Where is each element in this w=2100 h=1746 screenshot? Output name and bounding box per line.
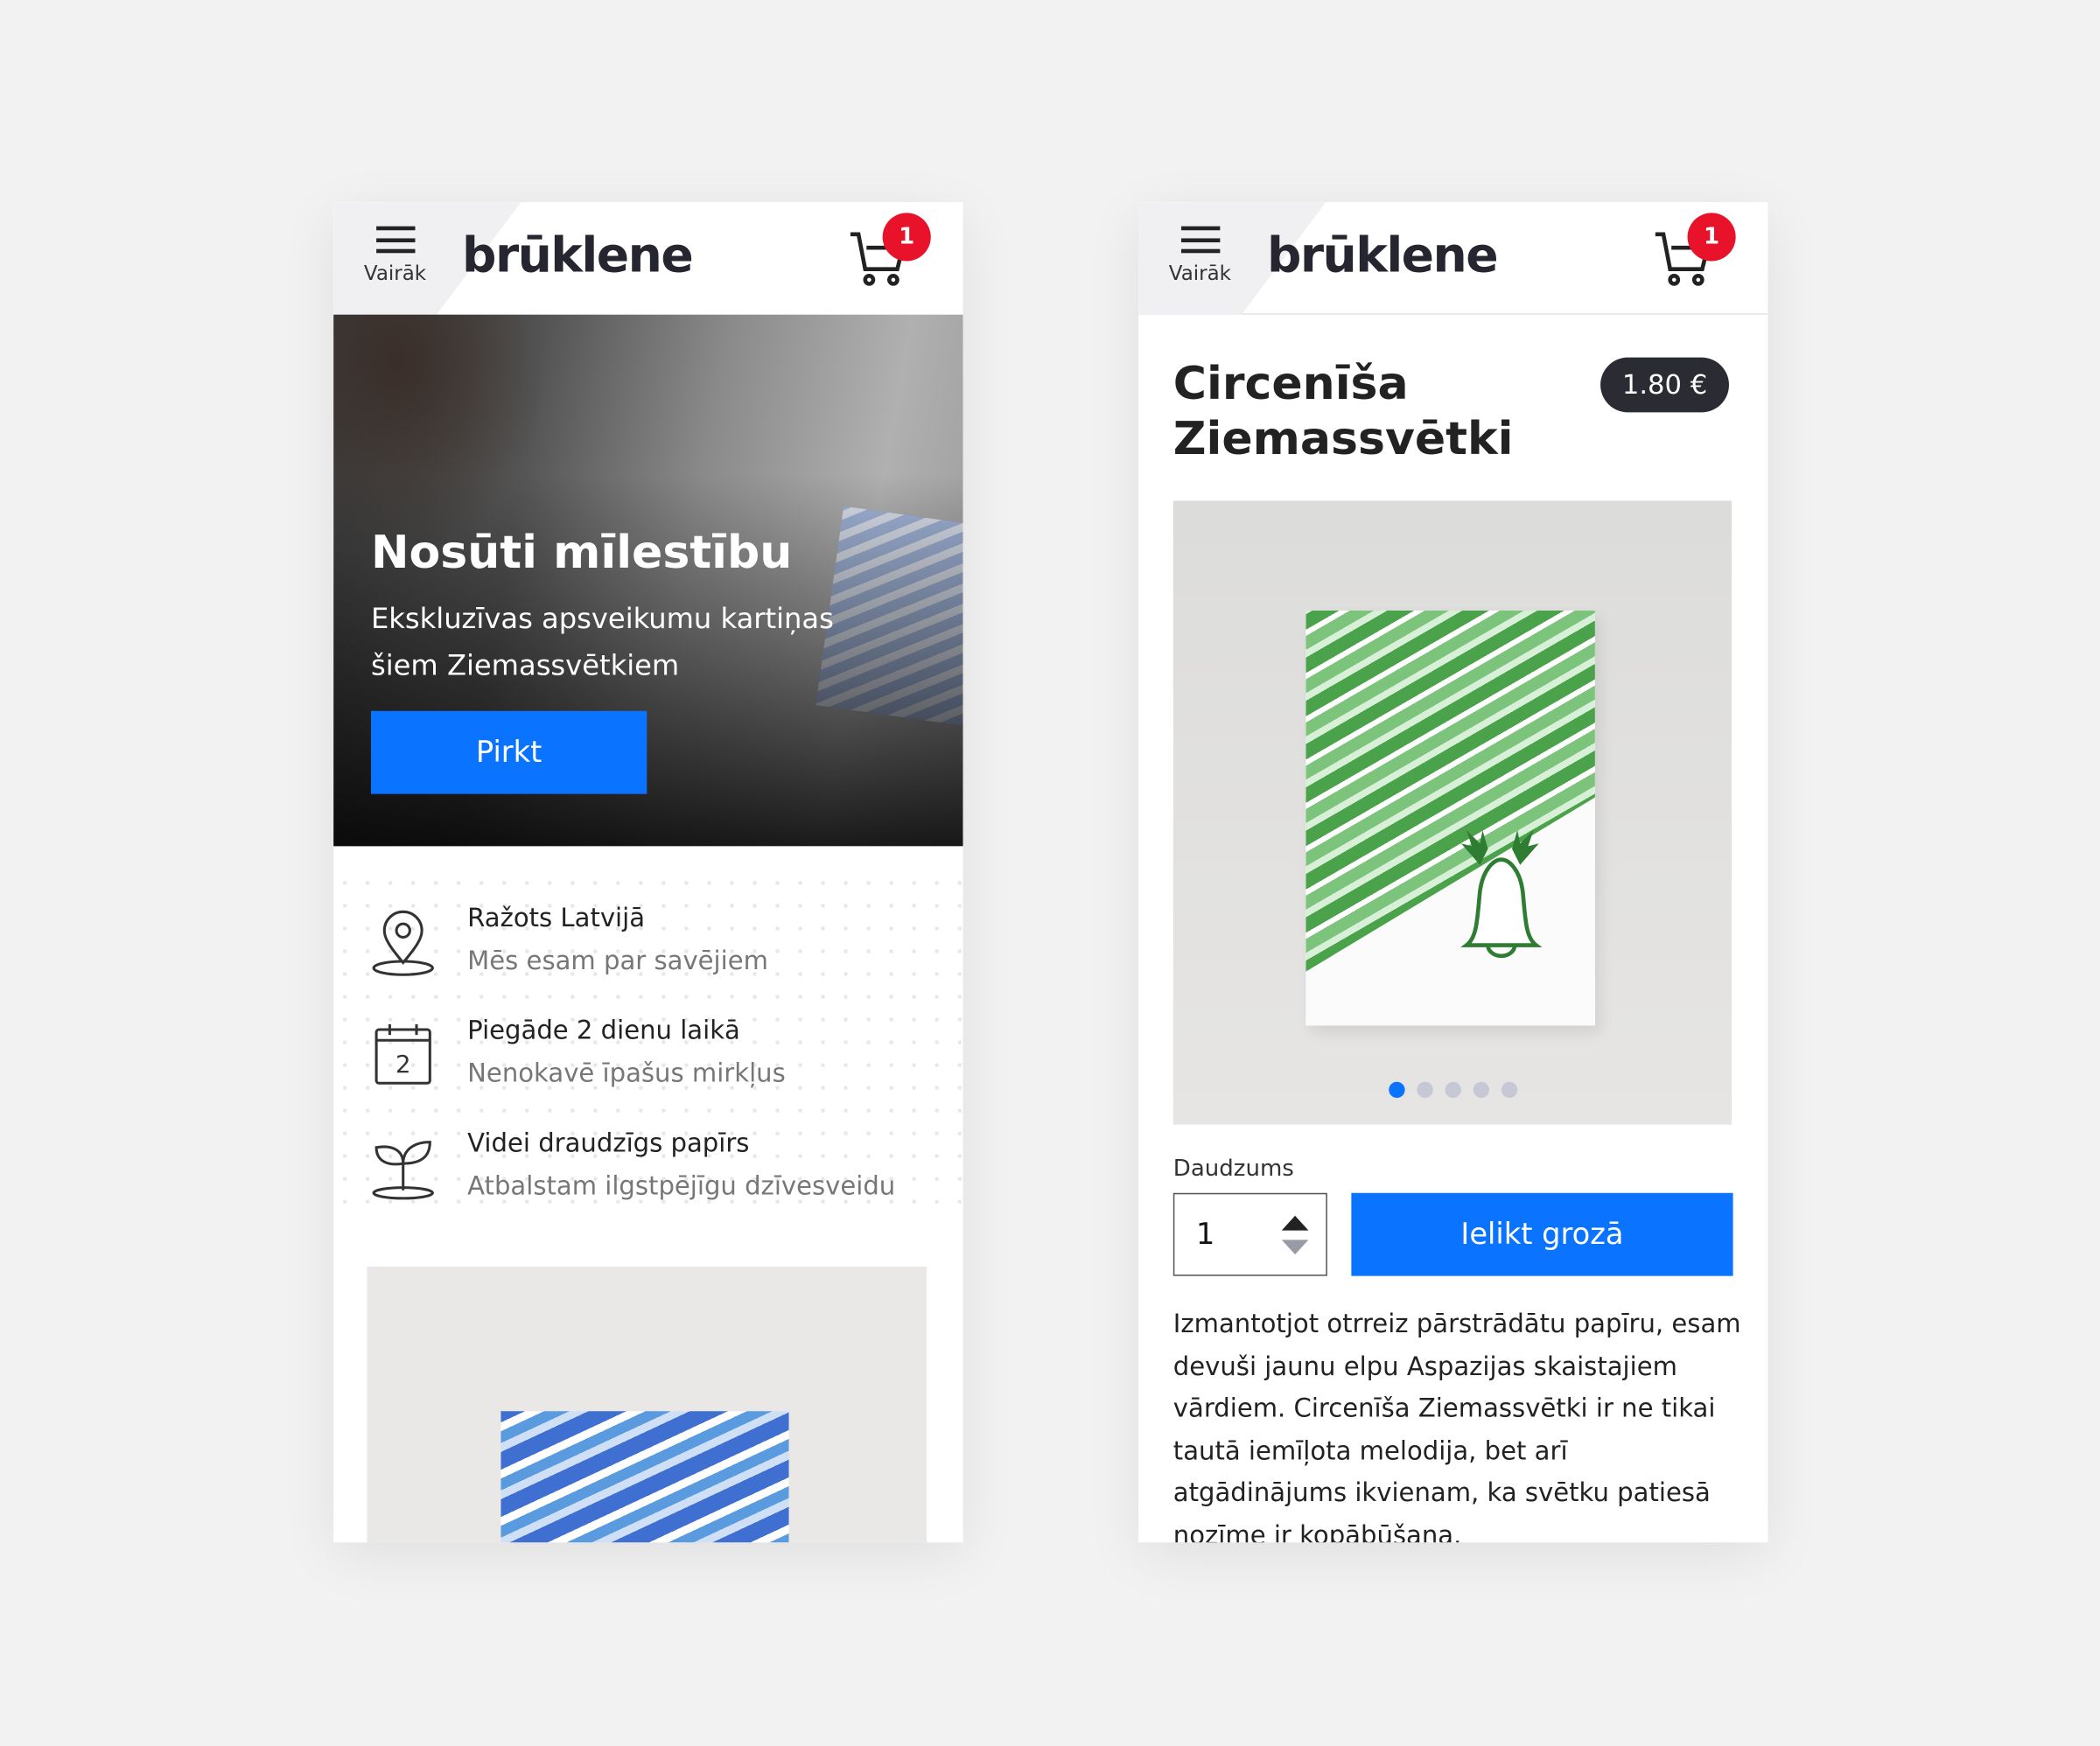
hamburger-icon — [1180, 226, 1220, 254]
quantity-stepper[interactable]: 1 — [1172, 1192, 1327, 1276]
menu-button[interactable]: Vairāk — [358, 226, 433, 286]
features-list: Ražots Latvijā Mēs esam par savējiem 2 P… — [333, 871, 963, 1220]
product-gallery[interactable] — [1172, 500, 1732, 1125]
product-screen: Vairāk brūklene 1 Circenīša Ziemassvētki… — [1138, 202, 1768, 1543]
sprout-icon — [372, 1141, 434, 1200]
menu-label: Vairāk — [363, 261, 427, 286]
menu-label: Vairāk — [1168, 261, 1232, 286]
gallery-dot[interactable] — [1472, 1081, 1489, 1099]
logo[interactable]: brūklene — [1267, 229, 1499, 284]
home-screen: Vairāk brūklene 1 Nosūti mīlestību Ekskl… — [333, 202, 963, 1543]
calendar-day: 2 — [396, 1051, 411, 1079]
cart-count-badge: 1 — [882, 213, 931, 262]
feature-item: 2 Piegāde 2 dienu laikā Nenokavē īpašus … — [371, 1016, 934, 1097]
cart-button[interactable]: 1 — [848, 213, 931, 294]
gallery-dot[interactable] — [1388, 1081, 1404, 1099]
feature-item: Ražots Latvijā Mēs esam par savējiem — [371, 904, 934, 984]
product-title: Circenīša Ziemassvētki — [1172, 357, 1514, 466]
feature-title: Piegāde 2 dienu laikā — [467, 1016, 740, 1046]
hero-subtitle: Ekskluzīvas apsveikumu kartiņas šiem Zie… — [370, 602, 834, 682]
cart-button[interactable]: 1 — [1653, 213, 1736, 294]
product-card-image[interactable] — [367, 1266, 928, 1543]
feature-title: Videi draudzīgs papīrs — [467, 1128, 750, 1158]
header: Vairāk brūklene 1 — [1138, 202, 1768, 315]
hamburger-icon — [375, 226, 415, 254]
calendar-icon: 2 — [374, 1023, 431, 1085]
header: Vairāk brūklene 1 — [333, 202, 963, 315]
cart-count-badge: 1 — [1687, 213, 1736, 262]
hero-title: Nosūti mīlestību — [370, 526, 793, 580]
product-photo — [1306, 610, 1595, 1026]
quantity-label: Daudzums — [1172, 1155, 1294, 1183]
menu-button[interactable]: Vairāk — [1163, 226, 1238, 286]
increment-arrow-icon[interactable] — [1281, 1215, 1309, 1231]
product-description: Izmantotjot otrreiz pārstrādātu papīru, … — [1172, 1309, 1741, 1543]
hero-banner: Nosūti mīlestību Ekskluzīvas apsveikumu … — [333, 314, 963, 847]
location-pin-icon — [372, 910, 434, 976]
card-photo — [500, 1411, 789, 1543]
gallery-pagination — [1173, 1081, 1732, 1099]
feature-desc: Mēs esam par savējiem — [467, 946, 768, 976]
price-badge: 1.80 € — [1600, 357, 1730, 413]
decrement-arrow-icon[interactable] — [1281, 1240, 1309, 1255]
feature-title: Ražots Latvijā — [467, 904, 646, 933]
feature-item: Videi draudzīgs papīrs Atbalstam ilgstpē… — [371, 1128, 934, 1209]
add-to-cart-button[interactable]: Ielikt grozā — [1351, 1192, 1733, 1276]
buy-button[interactable]: Pirkt — [370, 710, 648, 794]
bell-illustration — [1460, 829, 1543, 959]
gallery-dot[interactable] — [1444, 1081, 1461, 1099]
logo[interactable]: brūklene — [462, 229, 694, 284]
gallery-dot[interactable] — [1416, 1081, 1432, 1099]
quantity-value[interactable]: 1 — [1196, 1219, 1214, 1252]
feature-desc: Atbalstam ilgstpējīgu dzīvesveidu — [467, 1171, 896, 1201]
gallery-dot[interactable] — [1501, 1081, 1517, 1099]
feature-desc: Nenokavē īpašus mirkļus — [467, 1058, 786, 1089]
